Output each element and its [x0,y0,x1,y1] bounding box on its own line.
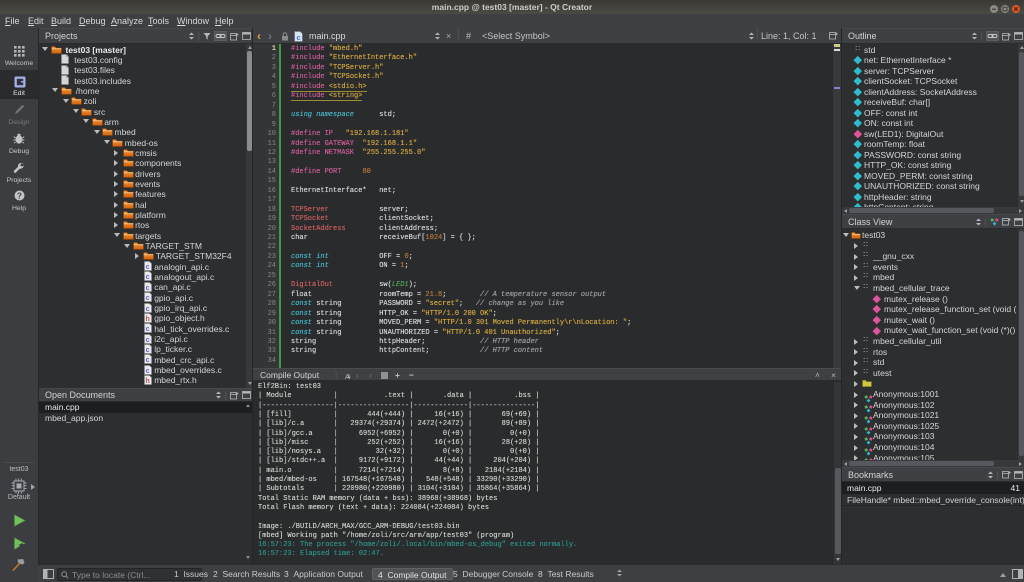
svg-text:c: c [297,33,301,41]
svg-text:c: c [145,306,149,313]
svg-text:h: h [145,316,149,323]
svg-text:c: c [145,337,149,344]
svg-text:c: c [145,357,149,364]
svg-text:c: c [145,285,149,292]
svg-text:c: c [145,347,149,354]
svg-text:c: c [145,295,149,302]
svg-text:c: c [145,274,149,281]
svg-text:c: c [145,326,149,333]
svg-text:?: ? [17,191,22,200]
svg-text:h: h [145,378,149,385]
svg-text:c: c [145,264,149,271]
svg-text:c: c [145,368,149,375]
